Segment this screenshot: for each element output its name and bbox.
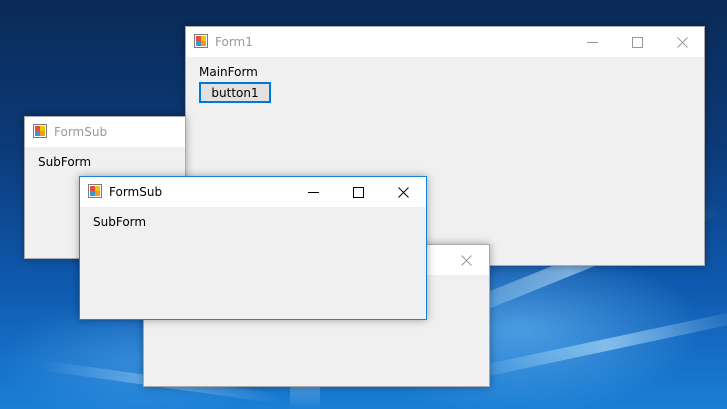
minimize-icon (586, 41, 598, 43)
formsub-front-title: FormSub (109, 185, 163, 199)
form1-minimize-button[interactable] (569, 27, 615, 57)
form1-titlebar[interactable]: Form1 (186, 27, 704, 57)
formsub-back-titlebar[interactable]: FormSub (25, 117, 185, 147)
formsub-close-button[interactable] (380, 177, 426, 207)
subform-label: SubForm (38, 155, 92, 169)
formsub-minimize-button[interactable] (290, 177, 336, 207)
form-app-icon (33, 124, 47, 138)
close-icon (460, 254, 472, 266)
mainform-label: MainForm (199, 65, 258, 79)
minimize-icon (307, 191, 319, 193)
partial-window-close-button[interactable] (443, 245, 489, 275)
light-beam (458, 307, 727, 382)
form1-title: Form1 (215, 35, 253, 49)
subform-label: SubForm (93, 215, 147, 229)
close-icon (676, 36, 688, 48)
formsub-back-title: FormSub (54, 125, 108, 139)
form-app-icon (88, 184, 102, 198)
close-icon (397, 186, 409, 198)
button1[interactable]: button1 (199, 82, 271, 103)
formsub-front-window[interactable]: FormSub SubForm (79, 176, 427, 320)
form1-close-button[interactable] (659, 27, 705, 57)
maximize-icon (631, 36, 643, 48)
maximize-icon (352, 186, 364, 198)
form1-maximize-button[interactable] (614, 27, 660, 57)
form-app-icon (194, 34, 208, 48)
formsub-maximize-button[interactable] (335, 177, 381, 207)
formsub-front-titlebar[interactable]: FormSub (80, 177, 426, 207)
